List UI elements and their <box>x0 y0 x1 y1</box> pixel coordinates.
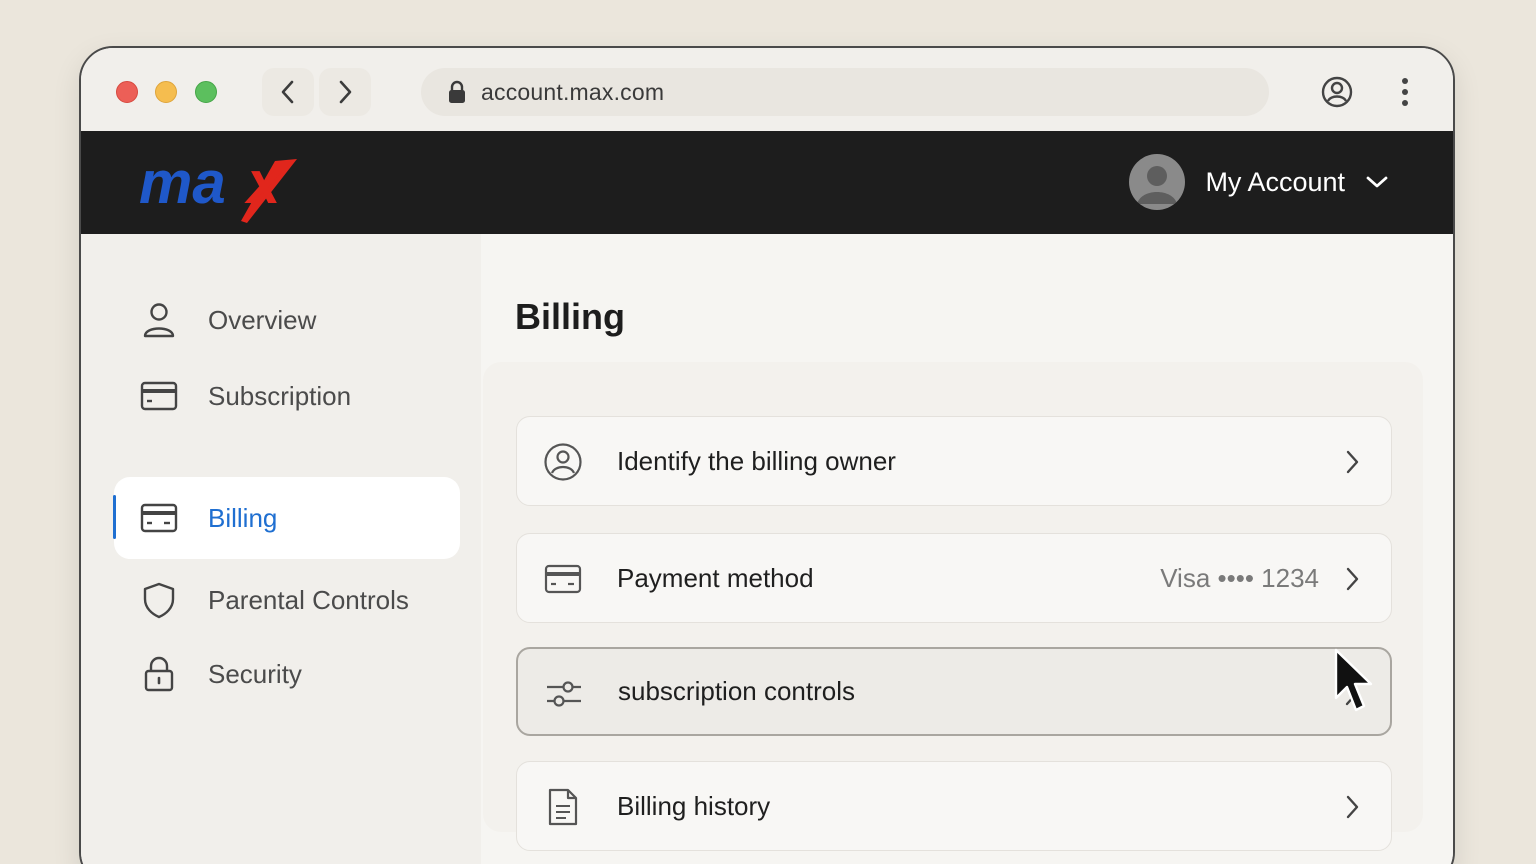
account-menu[interactable]: My Account <box>1129 153 1389 211</box>
sliders-icon <box>544 674 584 714</box>
lock-icon <box>140 655 178 693</box>
sidebar-item-billing[interactable]: Billing <box>113 477 460 559</box>
row-label: Payment method <box>617 562 814 593</box>
mouse-cursor-icon <box>1334 648 1373 712</box>
sidebar-item-label: Overview <box>208 304 317 335</box>
back-button[interactable] <box>262 68 314 116</box>
avatar <box>1129 154 1186 210</box>
card-icon <box>140 377 178 415</box>
billing-panel: Identify the billing owner Payment metho… <box>483 362 1423 851</box>
billing-owner-row[interactable]: Identify the billing owner <box>516 416 1392 506</box>
kebab-icon <box>1402 78 1408 106</box>
forward-button[interactable] <box>319 68 371 116</box>
account-label: My Account <box>1205 166 1345 197</box>
sidebar-item-label: Parental Controls <box>208 584 409 615</box>
chevron-left-icon <box>281 80 294 104</box>
billing-history-row[interactable]: Billing history <box>516 761 1392 851</box>
chevron-right-icon <box>1337 564 1367 594</box>
card-icon <box>543 559 583 599</box>
chevron-right-icon <box>339 80 352 104</box>
maximize-window-button[interactable] <box>195 81 217 103</box>
svg-text:x: x <box>244 151 283 216</box>
address-bar[interactable]: account.max.com <box>421 68 1269 116</box>
chevron-right-icon <box>1337 447 1367 477</box>
shield-icon <box>140 581 178 619</box>
browser-toolbar: account.max.com <box>81 48 1453 131</box>
max-logo[interactable]: ma x <box>137 151 307 229</box>
svg-text:ma: ma <box>139 151 226 216</box>
sidebar-item-security[interactable]: Security <box>114 634 460 714</box>
payment-method-row[interactable]: Payment method Visa •••• 1234 <box>516 533 1392 623</box>
row-label: subscription controls <box>618 676 855 706</box>
active-indicator <box>113 495 116 539</box>
document-icon <box>543 787 583 827</box>
browser-window: account.max.com ma x My Account Overview… <box>79 46 1455 864</box>
sidebar: Overview Subscription Billing Parental C… <box>81 234 481 864</box>
sidebar-item-parental-controls[interactable]: Parental Controls <box>114 560 460 640</box>
row-label: Billing history <box>617 790 771 821</box>
chevron-down-icon <box>1366 176 1388 188</box>
url-text: account.max.com <box>481 78 665 105</box>
card-icon <box>140 499 178 537</box>
profile-icon <box>1321 76 1353 108</box>
browser-menu-button[interactable] <box>1387 74 1423 110</box>
main-content: Billing Identify the billing owner Payme… <box>481 234 1453 864</box>
site-header: ma x My Account <box>81 131 1453 234</box>
row-label: Identify the billing owner <box>617 445 896 476</box>
sidebar-item-label: Subscription <box>208 380 352 411</box>
sidebar-item-label: Billing <box>208 502 278 533</box>
sidebar-item-label: Security <box>208 658 302 689</box>
close-window-button[interactable] <box>116 81 138 103</box>
subscription-controls-row[interactable]: subscription controls <box>516 647 1392 736</box>
page-title: Billing <box>515 296 625 337</box>
browser-profile-button[interactable] <box>1319 74 1355 110</box>
sidebar-item-overview[interactable]: Overview <box>114 280 460 360</box>
payment-method-value: Visa •••• 1234 <box>1160 562 1319 593</box>
minimize-window-button[interactable] <box>155 81 177 103</box>
lock-icon <box>449 80 465 103</box>
chevron-right-icon <box>1337 792 1367 822</box>
sidebar-item-subscription[interactable]: Subscription <box>114 356 460 436</box>
user-icon <box>140 301 178 339</box>
user-circle-icon <box>543 442 583 482</box>
